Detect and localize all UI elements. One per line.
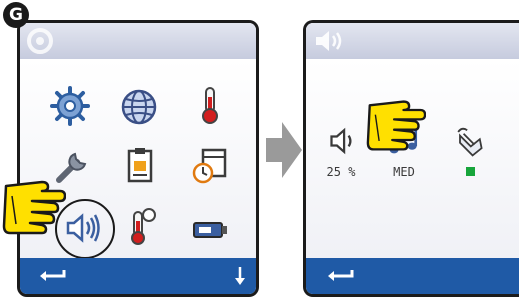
usb-stick-icon[interactable] — [190, 209, 230, 249]
top-bar — [20, 23, 256, 59]
sound-settings: 25 % MED — [306, 59, 519, 258]
speaker-icon[interactable] — [327, 123, 363, 159]
pointing-hand-icon — [2, 180, 66, 235]
device-screen-sound-settings: 25 % MED — [303, 20, 519, 297]
bottom-bar — [20, 258, 256, 294]
touch-key-icon[interactable] — [451, 123, 487, 159]
bottom-bar — [306, 258, 519, 294]
clipboard-icon[interactable] — [120, 145, 160, 185]
step-badge: G — [3, 2, 29, 28]
transition-arrow-icon — [266, 122, 302, 178]
volume-value: 25 % — [326, 165, 356, 179]
device-screen-menu — [17, 20, 259, 297]
temperature-alarm-icon[interactable] — [120, 206, 160, 246]
globe-icon[interactable] — [119, 87, 159, 127]
clock-calendar-icon[interactable] — [190, 146, 230, 186]
back-arrow-icon[interactable] — [326, 268, 354, 284]
settings-wheel-icon[interactable] — [50, 86, 90, 126]
back-arrow-icon[interactable] — [38, 268, 66, 284]
status-indicator — [466, 167, 475, 176]
faded-logo-icon — [27, 28, 53, 54]
down-arrow-icon[interactable] — [234, 266, 246, 286]
pointing-hand-icon — [366, 100, 426, 151]
top-bar — [306, 23, 519, 59]
tone-value: MED — [393, 165, 415, 179]
thermometer-icon[interactable] — [190, 85, 230, 125]
speaker-icon[interactable] — [63, 208, 103, 248]
speaker-icon — [316, 31, 342, 51]
